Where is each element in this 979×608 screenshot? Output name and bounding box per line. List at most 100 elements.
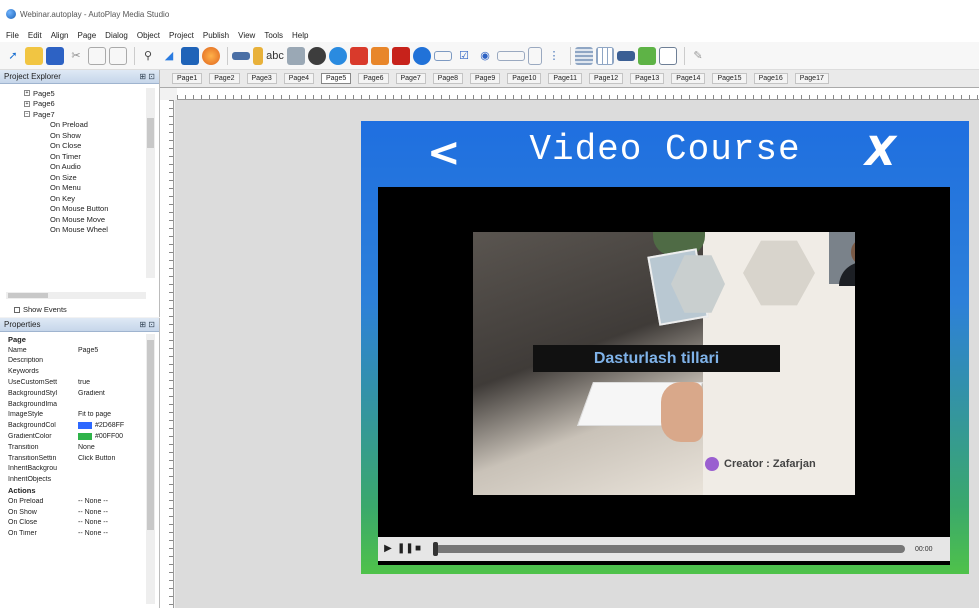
tab-page9[interactable]: Page9 <box>470 73 501 84</box>
prop-row[interactable]: TransitionSettin Click Button <box>8 453 159 464</box>
listbox-object-icon[interactable] <box>528 46 542 65</box>
expand-icon[interactable]: + <box>24 90 30 97</box>
prop-row-action[interactable]: On Close -- None -- <box>8 518 159 529</box>
prop-row[interactable]: BackgroundIma <box>8 399 159 410</box>
show-events-checkbox[interactable] <box>14 306 20 313</box>
menu-file[interactable]: File <box>6 31 19 40</box>
tab-page17[interactable]: Page17 <box>794 73 829 84</box>
seek-knob[interactable] <box>433 542 438 556</box>
prop-section-actions[interactable]: Actions <box>8 485 159 496</box>
menu-view[interactable]: View <box>238 31 255 40</box>
show-events-toggle[interactable]: Show Events <box>14 305 67 314</box>
globe-icon[interactable] <box>202 46 220 65</box>
tree-event-on-timer[interactable]: On Timer <box>50 151 159 162</box>
tab-page5[interactable]: Page5 <box>321 73 352 84</box>
tab-page1[interactable]: Page1 <box>172 73 203 84</box>
tree-horizontal-scrollbar[interactable] <box>6 292 146 299</box>
progress-object-icon[interactable] <box>617 50 635 61</box>
prop-row-action[interactable]: On Timer -- None -- <box>8 528 159 539</box>
radio-object-icon[interactable]: ◉ <box>476 47 494 65</box>
tab-page6[interactable]: Page6 <box>358 73 389 84</box>
menu-publish[interactable]: Publish <box>203 31 229 40</box>
tab-page15[interactable]: Page15 <box>712 73 747 84</box>
color-swatch[interactable] <box>78 433 92 441</box>
plugin-object-icon[interactable] <box>638 46 656 65</box>
prop-row-background-color[interactable]: BackgroundCol #2D68FF <box>8 420 159 431</box>
prop-row[interactable]: Name Page5 <box>8 345 159 356</box>
paste-icon[interactable] <box>109 46 127 65</box>
menu-help[interactable]: Help <box>292 31 308 40</box>
menu-tools[interactable]: Tools <box>264 31 283 40</box>
tree-node-page6[interactable]: + Page6 <box>24 99 159 110</box>
binoculars-icon[interactable]: ⚲ <box>139 47 157 65</box>
prop-row[interactable]: InheritBackgrou <box>8 464 159 475</box>
prop-row[interactable]: BackgroundStyl Gradient <box>8 388 159 399</box>
tree-vertical-scrollbar[interactable] <box>146 88 155 278</box>
prop-row[interactable]: InheritObjects <box>8 474 159 485</box>
pdf-object-icon[interactable] <box>350 46 368 65</box>
tab-page4[interactable]: Page4 <box>283 73 314 84</box>
pointer-icon[interactable]: ➚ <box>4 47 22 65</box>
scrollbar-thumb[interactable] <box>8 293 48 298</box>
scrollbar-thumb[interactable] <box>147 340 154 530</box>
pin-icon[interactable]: ⊞ ⊡ <box>139 72 155 81</box>
tab-page12[interactable]: Page12 <box>589 73 624 84</box>
slideshow-object-icon[interactable] <box>371 46 389 65</box>
video-player[interactable]: Dasturlash tillari Creator : Zafarjan <box>378 187 950 565</box>
pin-icon[interactable]: ⊞ ⊡ <box>139 320 155 329</box>
monitor-icon[interactable] <box>181 46 199 65</box>
tab-page16[interactable]: Page16 <box>753 73 788 84</box>
tree-object-icon[interactable]: ⋮ <box>545 47 563 65</box>
tab-page3[interactable]: Page3 <box>246 73 277 84</box>
stop-icon[interactable]: ■ <box>412 543 424 555</box>
prop-row-action[interactable]: On Show -- None -- <box>8 507 159 518</box>
collapse-icon[interactable]: − <box>24 111 30 118</box>
paint-icon[interactable]: ◢ <box>160 47 178 65</box>
tab-page14[interactable]: Page14 <box>671 73 706 84</box>
copy-icon[interactable] <box>88 46 106 65</box>
tree-event-on-show[interactable]: On Show <box>50 130 159 141</box>
tree-event-on-close[interactable]: On Close <box>50 141 159 152</box>
prop-row[interactable]: Transition None <box>8 442 159 453</box>
paragraph-object-icon[interactable]: abc <box>266 47 284 65</box>
video-object-icon[interactable] <box>413 46 431 65</box>
prop-row-gradient-color[interactable]: GradientColor #00FF00 <box>8 431 159 442</box>
grid-object-icon[interactable] <box>575 46 593 65</box>
blank-object-icon[interactable] <box>659 46 677 65</box>
tab-page10[interactable]: Page10 <box>507 73 542 84</box>
label-object-icon[interactable] <box>253 46 263 65</box>
table-object-icon[interactable] <box>596 46 614 65</box>
tree-event-on-audio[interactable]: On Audio <box>50 162 159 173</box>
tree-node-page7[interactable]: − Page7 <box>24 109 159 120</box>
flash-object-icon[interactable] <box>308 46 326 65</box>
input-object-icon[interactable] <box>434 50 452 61</box>
tab-page7[interactable]: Page7 <box>395 73 426 84</box>
tree-event-on-mouse-move[interactable]: On Mouse Move <box>50 214 159 225</box>
pen-icon[interactable]: ✎ <box>689 47 707 65</box>
prop-row[interactable]: Description <box>8 356 159 367</box>
checkbox-object-icon[interactable]: ☑ <box>455 47 473 65</box>
cut-icon[interactable]: ✂ <box>67 47 85 65</box>
tab-page8[interactable]: Page8 <box>432 73 463 84</box>
pause-icon[interactable]: ❚❚ <box>397 543 414 555</box>
prop-row-action[interactable]: On Preload -- None -- <box>8 496 159 507</box>
save-icon[interactable] <box>46 46 64 65</box>
tree-event-on-preload[interactable]: On Preload <box>50 120 159 131</box>
tree-event-on-size[interactable]: On Size <box>50 172 159 183</box>
menu-object[interactable]: Object <box>137 31 160 40</box>
tree-event-on-mouse-button[interactable]: On Mouse Button <box>50 204 159 215</box>
play-icon[interactable]: ▶ <box>382 543 394 555</box>
prop-row[interactable]: UseCustomSett true <box>8 377 159 388</box>
menu-align[interactable]: Align <box>51 31 69 40</box>
tree-event-on-menu[interactable]: On Menu <box>50 183 159 194</box>
acrobat-object-icon[interactable] <box>392 46 410 65</box>
tree-event-on-mouse-wheel[interactable]: On Mouse Wheel <box>50 225 159 236</box>
properties-vertical-scrollbar[interactable] <box>146 334 155 604</box>
tab-page2[interactable]: Page2 <box>209 73 240 84</box>
menu-dialog[interactable]: Dialog <box>105 31 128 40</box>
prop-section-page[interactable]: Page <box>8 334 159 345</box>
tree-event-on-key[interactable]: On Key <box>50 193 159 204</box>
prop-row[interactable]: Keywords <box>8 366 159 377</box>
seek-bar[interactable] <box>433 542 905 556</box>
tree-node-page5[interactable]: + Page5 <box>24 88 159 99</box>
